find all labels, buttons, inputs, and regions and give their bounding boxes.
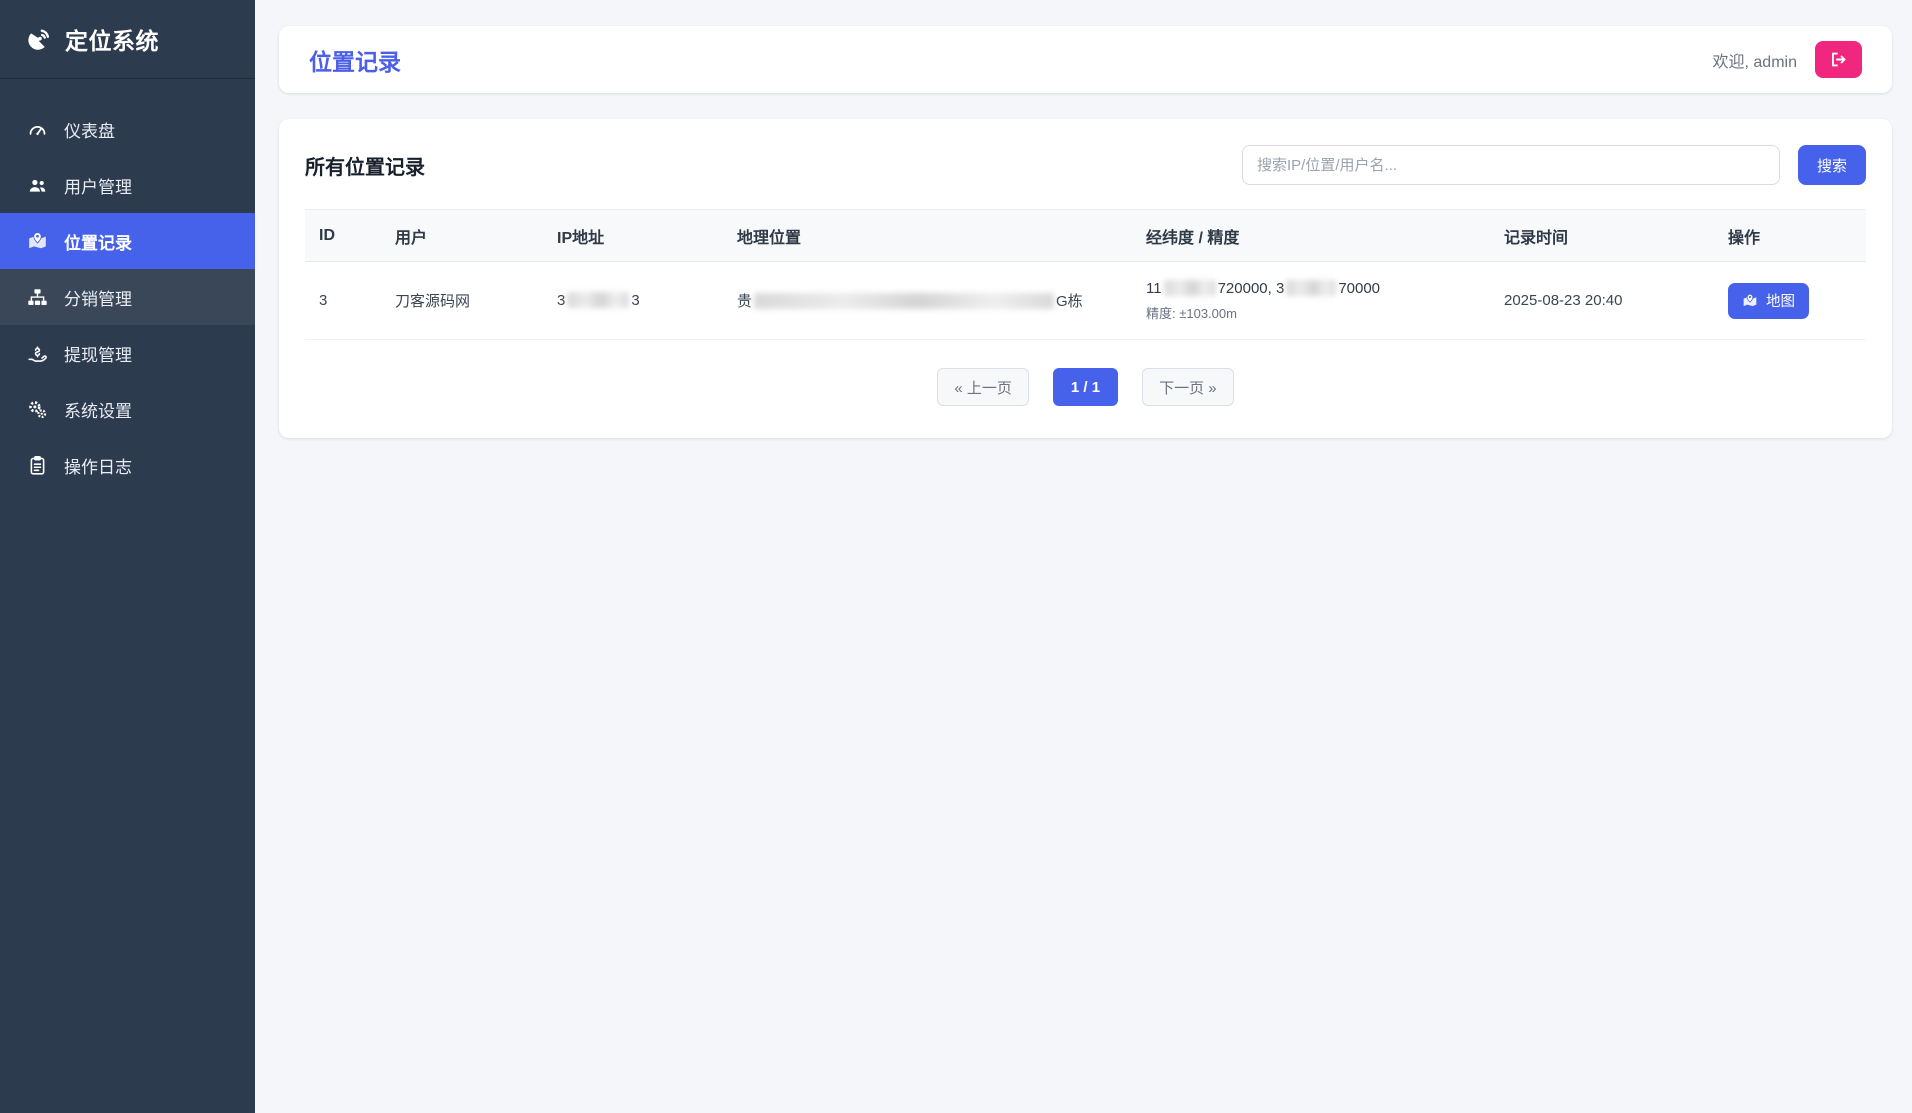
sidebar-item-label: 操作日志 [64,453,132,478]
users-icon [26,175,48,196]
brand-title: 定位系统 [65,22,159,56]
column-header-coords: 经纬度 / 精度 [1132,210,1490,262]
sidebar-item-location-records[interactable]: 位置记录 [0,213,255,269]
table-row: 3 刀客源码网 33 贵G栋 11720000, 370000 精度: ±103… [305,262,1866,340]
satellite-dish-icon [26,26,52,52]
sidebar: 定位系统 仪表盘 用户管理 [0,0,255,1113]
prev-page-button[interactable]: « 上一页 [937,368,1029,406]
sidebar-item-label: 位置记录 [64,229,132,254]
pagination: « 上一页 1 / 1 下一页 » [305,368,1866,406]
sidebar-nav: 仪表盘 用户管理 位置记录 [0,79,255,493]
page-title: 位置记录 [309,43,401,77]
search-input[interactable] [1242,145,1780,185]
map-icon [1742,293,1758,309]
gears-icon [26,399,48,420]
sidebar-item-withdrawal[interactable]: 提现管理 [0,325,255,381]
sidebar-item-settings[interactable]: 系统设置 [0,381,255,437]
coordinates-text: 11720000, 370000 [1146,280,1476,297]
sidebar-item-label: 分销管理 [64,285,132,310]
sidebar-item-users[interactable]: 用户管理 [0,157,255,213]
redacted-blur [1286,280,1336,296]
sidebar-item-label: 提现管理 [64,341,132,366]
column-header-time: 记录时间 [1490,210,1714,262]
current-page-indicator[interactable]: 1 / 1 [1053,368,1118,406]
sitemap-icon [26,287,48,308]
panel-head: 所有位置记录 搜索 [305,145,1866,185]
cell-ip: 33 [543,262,723,340]
column-header-ip: IP地址 [543,210,723,262]
redacted-blur [754,293,1054,309]
sidebar-item-dashboard[interactable]: 仪表盘 [0,101,255,157]
cell-action: 地图 [1714,262,1866,340]
welcome-text: 欢迎, admin [1713,48,1797,72]
search-button[interactable]: 搜索 [1798,145,1866,185]
column-header-id: ID [305,210,381,262]
records-panel: 所有位置记录 搜索 ID 用户 IP地址 地理位置 经纬度 / 精度 记录时间 [279,119,1892,438]
table-header-row: ID 用户 IP地址 地理位置 经纬度 / 精度 记录时间 操作 [305,210,1866,262]
cell-time: 2025-08-23 20:40 [1490,262,1714,340]
map-button-label: 地图 [1766,290,1795,311]
sidebar-item-label: 用户管理 [64,173,132,198]
map-button[interactable]: 地图 [1728,283,1809,319]
brand: 定位系统 [0,0,255,79]
cell-coordinates: 11720000, 370000 精度: ±103.00m [1132,262,1490,340]
accuracy-text: 精度: ±103.00m [1146,303,1476,322]
next-page-button[interactable]: 下一页 » [1142,368,1234,406]
cell-location: 贵G栋 [723,262,1132,340]
redacted-blur [567,292,629,308]
cell-user: 刀客源码网 [381,262,543,340]
topbar-right: 欢迎, admin [1713,41,1862,78]
redacted-blur [1164,280,1216,296]
column-header-user: 用户 [381,210,543,262]
cell-id: 3 [305,262,381,340]
search-box: 搜索 [1242,145,1866,185]
clipboard-list-icon [26,455,48,476]
sidebar-item-label: 仪表盘 [64,117,115,142]
map-marked-icon [26,231,48,252]
gauge-icon [26,119,48,140]
hand-holding-dollar-icon [26,343,48,364]
records-table: ID 用户 IP地址 地理位置 经纬度 / 精度 记录时间 操作 3 刀客源码网… [305,209,1866,340]
sidebar-item-label: 系统设置 [64,397,132,422]
sidebar-item-distribution[interactable]: 分销管理 [0,269,255,325]
top-bar: 位置记录 欢迎, admin [279,26,1892,93]
column-header-location: 地理位置 [723,210,1132,262]
sign-out-icon [1829,50,1848,69]
column-header-action: 操作 [1714,210,1866,262]
panel-title: 所有位置记录 [305,151,425,180]
sidebar-item-logs[interactable]: 操作日志 [0,437,255,493]
main-content: 位置记录 欢迎, admin 所有位置记录 搜索 [255,0,1912,438]
logout-button[interactable] [1815,41,1862,78]
